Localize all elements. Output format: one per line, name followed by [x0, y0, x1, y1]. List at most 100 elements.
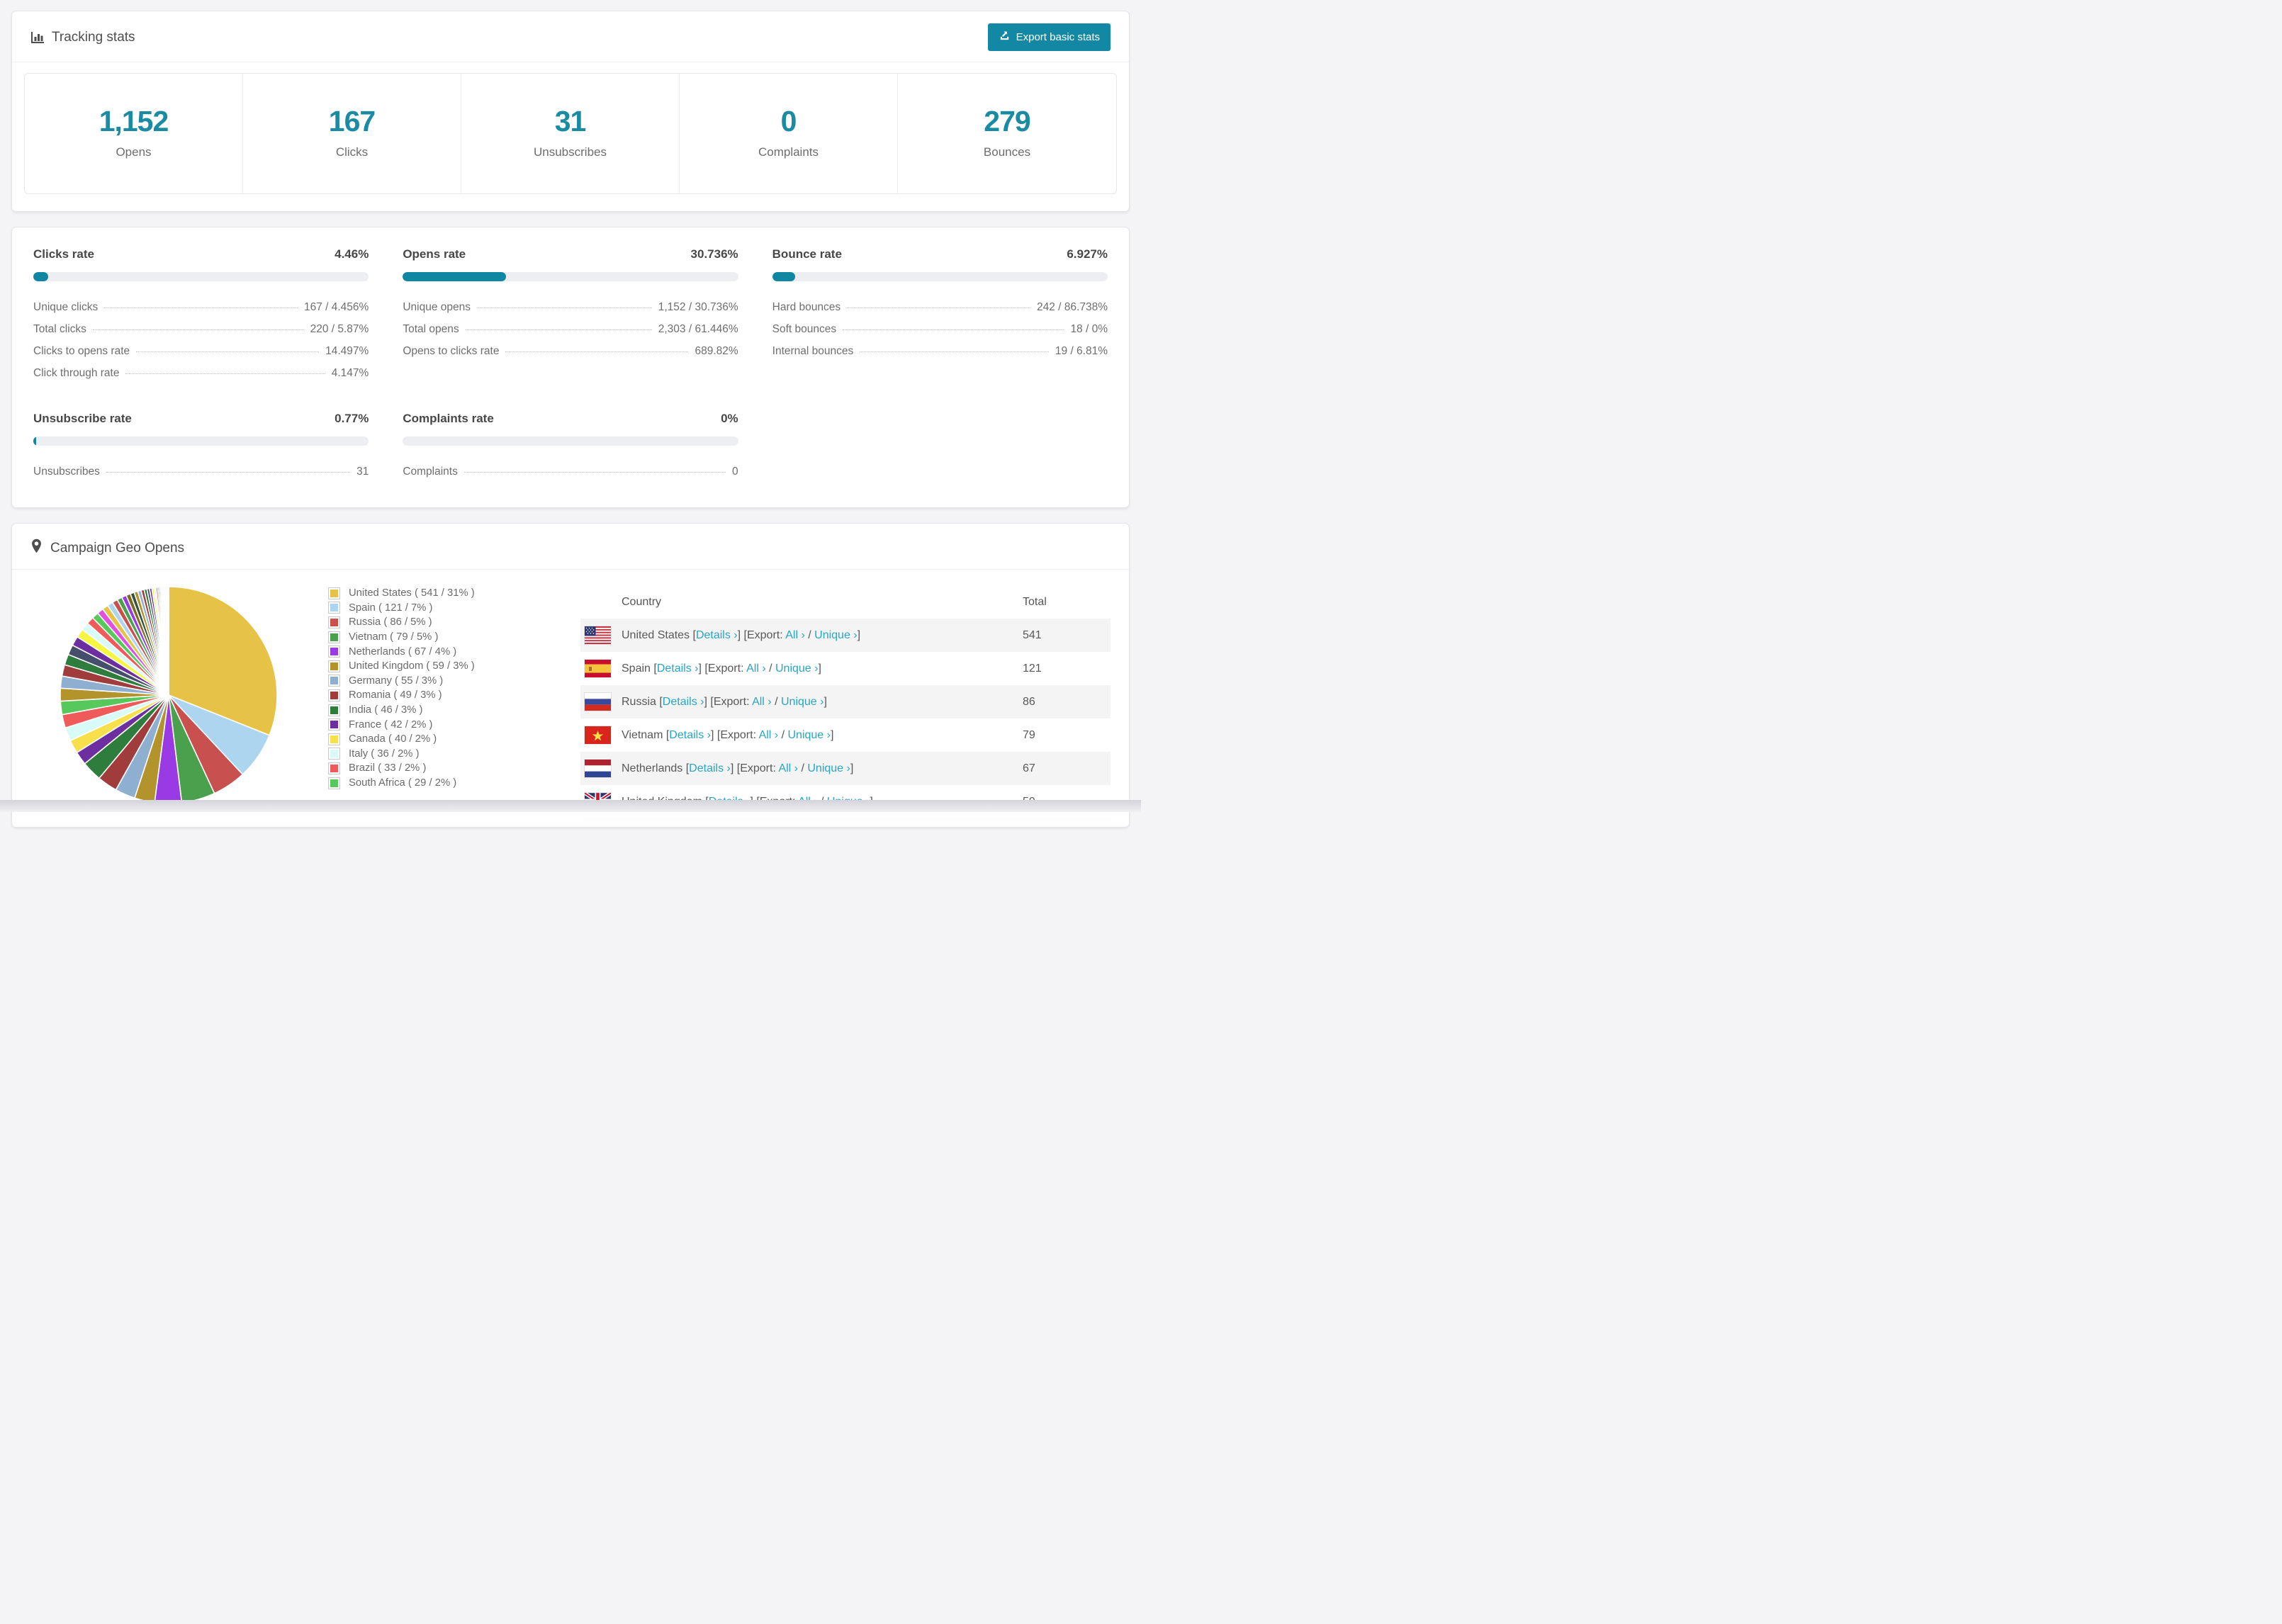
details-link-russia[interactable]: Details › — [663, 696, 704, 708]
export-icon — [999, 30, 1011, 45]
country-row-russia: Russia [Details ›] [Export: All › / Uniq… — [580, 685, 1111, 718]
country-row-germany: Germany [Details ›] [Export: All › / Uni… — [580, 818, 1111, 827]
rate-panel-opens-rate: Opens rate 30.736% Unique opens 1,152 / 30.… — [403, 247, 738, 385]
country-cell: Spain [Details ›] [Export: All › / Uniqu… — [622, 662, 821, 675]
export-basic-stats-button[interactable]: Export basic stats — [987, 23, 1111, 51]
legend-label: United Kingdom ( 59 / 3% ) — [349, 660, 475, 672]
rate-progress-track — [403, 272, 738, 281]
details-link-spain[interactable]: Details › — [657, 662, 699, 675]
details-link-united-states[interactable]: Details › — [696, 629, 738, 641]
summary-stats-grid: 1,152 Opens 167 Clicks 31 Unsubscribes 0 Compla… — [24, 73, 1117, 194]
country-total: 79 — [1023, 728, 1035, 741]
rate-panel-head: Unsubscribe rate 0.77% — [33, 412, 369, 426]
rate-row-value: 689.82% — [695, 345, 738, 357]
rate-row-value: 0 — [732, 466, 738, 478]
legend-label: India ( 46 / 3% ) — [349, 704, 423, 716]
rate-panel-complaints-rate: Complaints rate 0% Complaints 0 — [403, 412, 738, 483]
legend-label: South Africa ( 29 / 2% ) — [349, 777, 457, 789]
rate-row-label: Unsubscribes — [33, 466, 100, 478]
legend-item-united-states: United States ( 541 / 31% ) — [328, 586, 578, 601]
geo-country-table: Country Total United States [Details ›] [E… — [580, 575, 1111, 827]
page-title: Tracking stats — [52, 29, 135, 45]
rate-row-label: Internal bounces — [772, 345, 854, 357]
rate-row-value: 19 / 6.81% — [1055, 345, 1108, 357]
legend-item-india: India ( 46 / 3% ) — [328, 703, 578, 718]
rate-row-value: 4.147% — [331, 367, 369, 379]
rate-row-label: Unique opens — [403, 301, 471, 313]
dotted-leader — [843, 329, 1064, 330]
export-all-link-united-states[interactable]: All › — [785, 629, 805, 641]
legend-swatch — [328, 718, 340, 731]
legend-swatch — [328, 777, 340, 789]
country-row-spain: Spain [Details ›] [Export: All › / Uniqu… — [580, 652, 1111, 685]
rate-row-value: 167 / 4.456% — [303, 301, 369, 313]
country-row-vietnam: Vietnam [Details ›] [Export: All › / Uni… — [580, 718, 1111, 752]
geo-opens-card: Campaign Geo Opens United States ( 541 /… — [11, 523, 1130, 828]
summary-stat-clicks: 167 Clicks — [243, 74, 461, 193]
rate-panel-value: 30.736% — [690, 247, 738, 261]
rate-panel-value: 4.46% — [335, 247, 369, 261]
country-total: 121 — [1023, 662, 1042, 675]
rate-panel-rows: Hard bounces 242 / 86.738% Soft bounces 18 … — [772, 297, 1108, 363]
legend-swatch — [328, 704, 340, 716]
dotted-leader — [463, 472, 726, 473]
rate-row-value: 220 / 5.87% — [310, 323, 369, 335]
export-all-link-russia[interactable]: All › — [752, 696, 772, 708]
rate-row-value: 14.497% — [325, 345, 369, 357]
geo-opens-pie-chart — [60, 586, 278, 804]
dotted-leader — [860, 351, 1049, 352]
dotted-leader — [125, 373, 325, 374]
rate-row-unique-clicks: Unique clicks 167 / 4.456% — [33, 297, 369, 319]
legend-label: Netherlands ( 67 / 4% ) — [349, 645, 457, 658]
flag-de-icon — [585, 826, 622, 827]
rate-row-label: Complaints — [403, 466, 458, 478]
export-all-link-spain[interactable]: All › — [746, 662, 766, 675]
rate-row-label: Hard bounces — [772, 301, 841, 313]
rate-panel-head: Complaints rate 0% — [403, 412, 738, 426]
details-link-netherlands[interactable]: Details › — [689, 762, 731, 774]
legend-swatch — [328, 675, 340, 687]
rates-card: Clicks rate 4.46% Unique clicks 167 / 4.456… — [11, 227, 1130, 508]
legend-label: Canada ( 40 / 2% ) — [349, 733, 437, 745]
rate-progress-fill — [33, 436, 36, 446]
rate-row-label: Clicks to opens rate — [33, 345, 130, 357]
rate-row-value: 1,152 / 30.736% — [658, 301, 738, 313]
legend-item-italy: Italy ( 36 / 2% ) — [328, 747, 578, 762]
country-cell: United States [Details ›] [Export: All ›… — [622, 628, 861, 641]
rate-row-label: Total clicks — [33, 323, 86, 335]
legend-swatch — [328, 602, 340, 614]
legend-label: Vietnam ( 79 / 5% ) — [349, 631, 439, 643]
legend-label: United States ( 541 / 31% ) — [349, 587, 475, 599]
summary-stat-label: Clicks — [335, 145, 369, 159]
export-unique-link-spain[interactable]: Unique › — [775, 662, 818, 675]
country-cell: Russia [Details ›] [Export: All › / Uniq… — [622, 695, 827, 708]
rate-row-opens-to-clicks-rate: Opens to clicks rate 689.82% — [403, 341, 738, 363]
export-all-link-vietnam[interactable]: All › — [759, 729, 779, 741]
rate-panel-title: Bounce rate — [772, 247, 842, 261]
map-pin-icon — [30, 538, 43, 558]
legend-swatch — [328, 660, 340, 672]
rate-panel-clicks-rate: Clicks rate 4.46% Unique clicks 167 / 4.456… — [33, 247, 369, 385]
summary-stat-label: Unsubscribes — [534, 145, 607, 159]
rate-panel-title: Clicks rate — [33, 247, 94, 261]
summary-stat-value: 167 — [328, 105, 376, 137]
rate-panel-value: 0% — [721, 412, 738, 425]
geo-opens-title: Campaign Geo Opens — [50, 540, 185, 556]
legend-swatch — [328, 631, 340, 643]
legend-swatch — [328, 762, 340, 774]
export-unique-link-russia[interactable]: Unique › — [781, 696, 824, 708]
dotted-leader — [136, 351, 320, 352]
summary-stat-value: 0 — [780, 105, 797, 137]
legend-label: France ( 42 / 2% ) — [349, 718, 433, 731]
export-unique-link-vietnam[interactable]: Unique › — [787, 729, 830, 741]
legend-label: Italy ( 36 / 2% ) — [349, 748, 420, 760]
page-bottom-shadow — [0, 800, 1141, 812]
export-all-link-netherlands[interactable]: All › — [778, 762, 798, 774]
rate-panel-rows: Complaints 0 — [403, 461, 738, 483]
details-link-vietnam[interactable]: Details › — [669, 729, 711, 741]
export-unique-link-united-states[interactable]: Unique › — [814, 629, 857, 641]
legend-swatch — [328, 748, 340, 760]
country-total: 86 — [1023, 695, 1035, 708]
export-unique-link-netherlands[interactable]: Unique › — [807, 762, 850, 774]
rate-row-click-through-rate: Click through rate 4.147% — [33, 363, 369, 385]
